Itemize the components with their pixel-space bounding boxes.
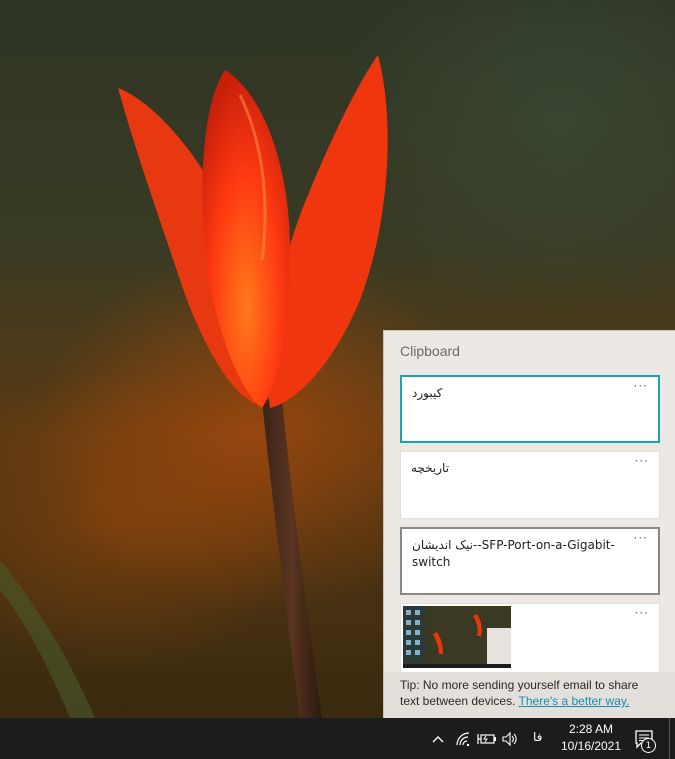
clipboard-item-text: تاریخچه [411,461,450,475]
clock-date: 10/16/2021 [560,739,622,753]
battery-icon[interactable] [477,729,497,749]
system-clock[interactable]: 2:28 AM 10/16/2021 [556,721,626,755]
clipboard-item-text: نیک اندیشان--SFP-Port-on-a-Gigabit-switc… [412,538,615,569]
clipboard-item[interactable]: نیک اندیشان--SFP-Port-on-a-Gigabit-switc… [400,527,660,595]
notification-count-badge: 1 [641,738,656,753]
clipboard-title: Clipboard [400,343,460,359]
volume-icon[interactable] [500,729,520,749]
clock-time: 2:28 AM [568,722,614,736]
more-options-button[interactable]: ··· [634,531,648,545]
clipboard-panel: Clipboard کیبورد ··· تاریخچه ··· نیک اند… [383,330,675,718]
clipboard-item-image[interactable]: ··· [400,603,660,673]
taskbar: فا 2:28 AM 10/16/2021 1 [0,718,675,759]
clipboard-item[interactable]: تاریخچه ··· [400,451,660,519]
clipboard-item-text: کیبورد [412,386,443,400]
show-desktop-button[interactable] [669,718,675,759]
more-options-button[interactable]: ··· [634,379,648,393]
more-options-button[interactable]: ··· [635,454,649,468]
screenshot-thumbnail [403,606,511,668]
clipboard-tip: Tip: No more sending yourself email to s… [384,672,675,718]
chevron-up-icon[interactable] [428,729,448,749]
clipboard-item[interactable]: کیبورد ··· [400,375,660,443]
more-options-button[interactable]: ··· [635,606,649,620]
wifi-icon[interactable] [453,729,473,749]
better-way-link[interactable]: There's a better way. [519,694,630,708]
language-indicator[interactable]: فا [533,730,542,744]
